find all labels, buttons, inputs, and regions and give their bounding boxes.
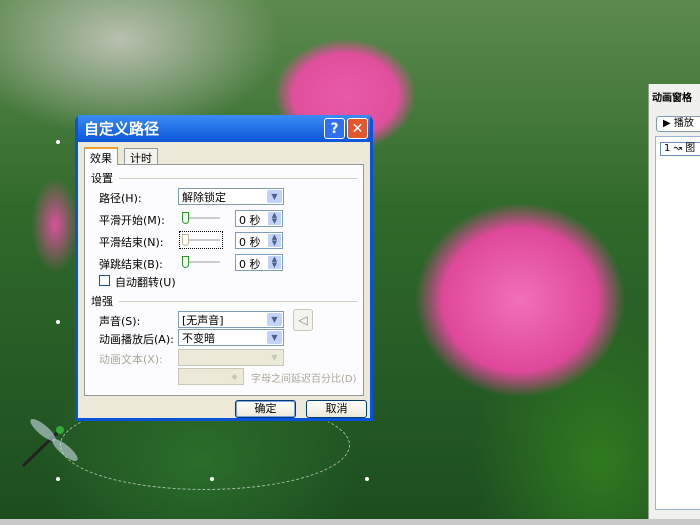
chevron-down-icon: ▼ bbox=[267, 351, 282, 364]
path-label: 路径(H): bbox=[99, 192, 142, 205]
auto-reverse-label: 自动翻转(U) bbox=[115, 276, 176, 289]
chevron-down-icon: ▼ bbox=[267, 313, 282, 326]
play-button[interactable]: ▶ 播放 bbox=[656, 116, 700, 132]
letter-delay-spinner[interactable]: ◆ bbox=[178, 368, 244, 385]
spin-arrows-icon[interactable]: ▲ ▼ bbox=[268, 212, 281, 225]
bounce-end-label: 弹跳结束(B): bbox=[99, 258, 163, 271]
sound-label: 声音(S): bbox=[99, 315, 141, 328]
bounce-end-spinner[interactable]: 0 秒 ▲ ▼ bbox=[235, 254, 283, 271]
smooth-start-slider[interactable] bbox=[180, 210, 222, 226]
sound-select[interactable]: [无声音] ▼ bbox=[178, 311, 284, 328]
smooth-end-slider[interactable] bbox=[179, 231, 223, 249]
spin-arrows-icon[interactable]: ▲ ▼ bbox=[268, 234, 281, 247]
selection-handle[interactable] bbox=[56, 477, 60, 481]
selection-handle[interactable] bbox=[365, 477, 369, 481]
animation-list: 1 ↝ 图 bbox=[655, 136, 700, 510]
selection-handle[interactable] bbox=[210, 477, 214, 481]
spin-arrows-icon: ◆ bbox=[227, 370, 242, 383]
effect-panel: 设置 路径(H): 解除锁定 ▼ 平滑开始(M): 0 秒 ▲ ▼ 平滑结束(N): … bbox=[84, 164, 364, 396]
animation-pane: 动画窗格 ▶ 播放 1 ↝ 图 bbox=[648, 84, 700, 525]
spin-arrows-icon[interactable]: ▲ ▼ bbox=[268, 256, 281, 269]
animation-list-item[interactable]: 1 ↝ 图 bbox=[660, 142, 700, 156]
enhance-group-text: 增强 bbox=[91, 295, 113, 308]
animate-text-select[interactable]: ▼ bbox=[178, 349, 284, 366]
bounce-end-value: 0 秒 bbox=[239, 258, 261, 271]
dialog-title: 自定义路径 bbox=[84, 120, 160, 138]
letter-delay-label: 字母之间延迟百分比(D) bbox=[251, 374, 357, 385]
ok-button[interactable]: 确定 bbox=[235, 400, 296, 418]
after-animation-select[interactable]: 不变暗 ▼ bbox=[178, 329, 284, 346]
smooth-start-value: 0 秒 bbox=[239, 214, 261, 227]
help-button[interactable]: ? bbox=[324, 118, 345, 139]
sound-value: [无声音] bbox=[182, 313, 224, 327]
smooth-start-label: 平滑开始(M): bbox=[99, 214, 165, 227]
smooth-end-label: 平滑结束(N): bbox=[99, 236, 164, 249]
close-button[interactable]: ✕ bbox=[347, 118, 368, 139]
status-strip bbox=[0, 519, 700, 525]
smooth-start-spinner[interactable]: 0 秒 ▲ ▼ bbox=[235, 210, 283, 227]
bounce-end-slider[interactable] bbox=[180, 254, 222, 270]
auto-reverse-checkbox[interactable] bbox=[99, 275, 110, 286]
settings-group-text: 设置 bbox=[91, 172, 113, 185]
tab-effect[interactable]: 效果 bbox=[84, 147, 118, 165]
custom-path-dialog: 自定义路径 ? ✕ 效果 计时 设置 路径(H): 解除锁定 ▼ 平滑开始(M):… bbox=[75, 115, 373, 421]
after-animation-value: 不变暗 bbox=[182, 331, 215, 345]
cancel-button[interactable]: 取消 bbox=[306, 400, 367, 418]
enhance-group-label: 增强 bbox=[91, 293, 357, 309]
selection-handle[interactable] bbox=[56, 320, 60, 324]
tab-timing[interactable]: 计时 bbox=[124, 148, 158, 165]
speaker-icon[interactable]: ◁ bbox=[293, 309, 313, 331]
path-value: 解除锁定 bbox=[182, 190, 226, 204]
smooth-end-spinner[interactable]: 0 秒 ▲ ▼ bbox=[235, 232, 283, 249]
path-select[interactable]: 解除锁定 ▼ bbox=[178, 188, 284, 205]
dialog-titlebar[interactable]: 自定义路径 ? ✕ bbox=[78, 115, 370, 142]
chevron-down-icon: ▼ bbox=[267, 331, 282, 344]
after-animation-label: 动画播放后(A): bbox=[99, 333, 174, 346]
settings-group-label: 设置 bbox=[91, 170, 357, 186]
animation-pane-title: 动画窗格 bbox=[652, 93, 692, 104]
animate-text-label: 动画文本(X): bbox=[99, 353, 163, 366]
smooth-end-value: 0 秒 bbox=[239, 236, 261, 249]
chevron-down-icon: ▼ bbox=[267, 190, 282, 203]
selection-handle[interactable] bbox=[56, 140, 60, 144]
